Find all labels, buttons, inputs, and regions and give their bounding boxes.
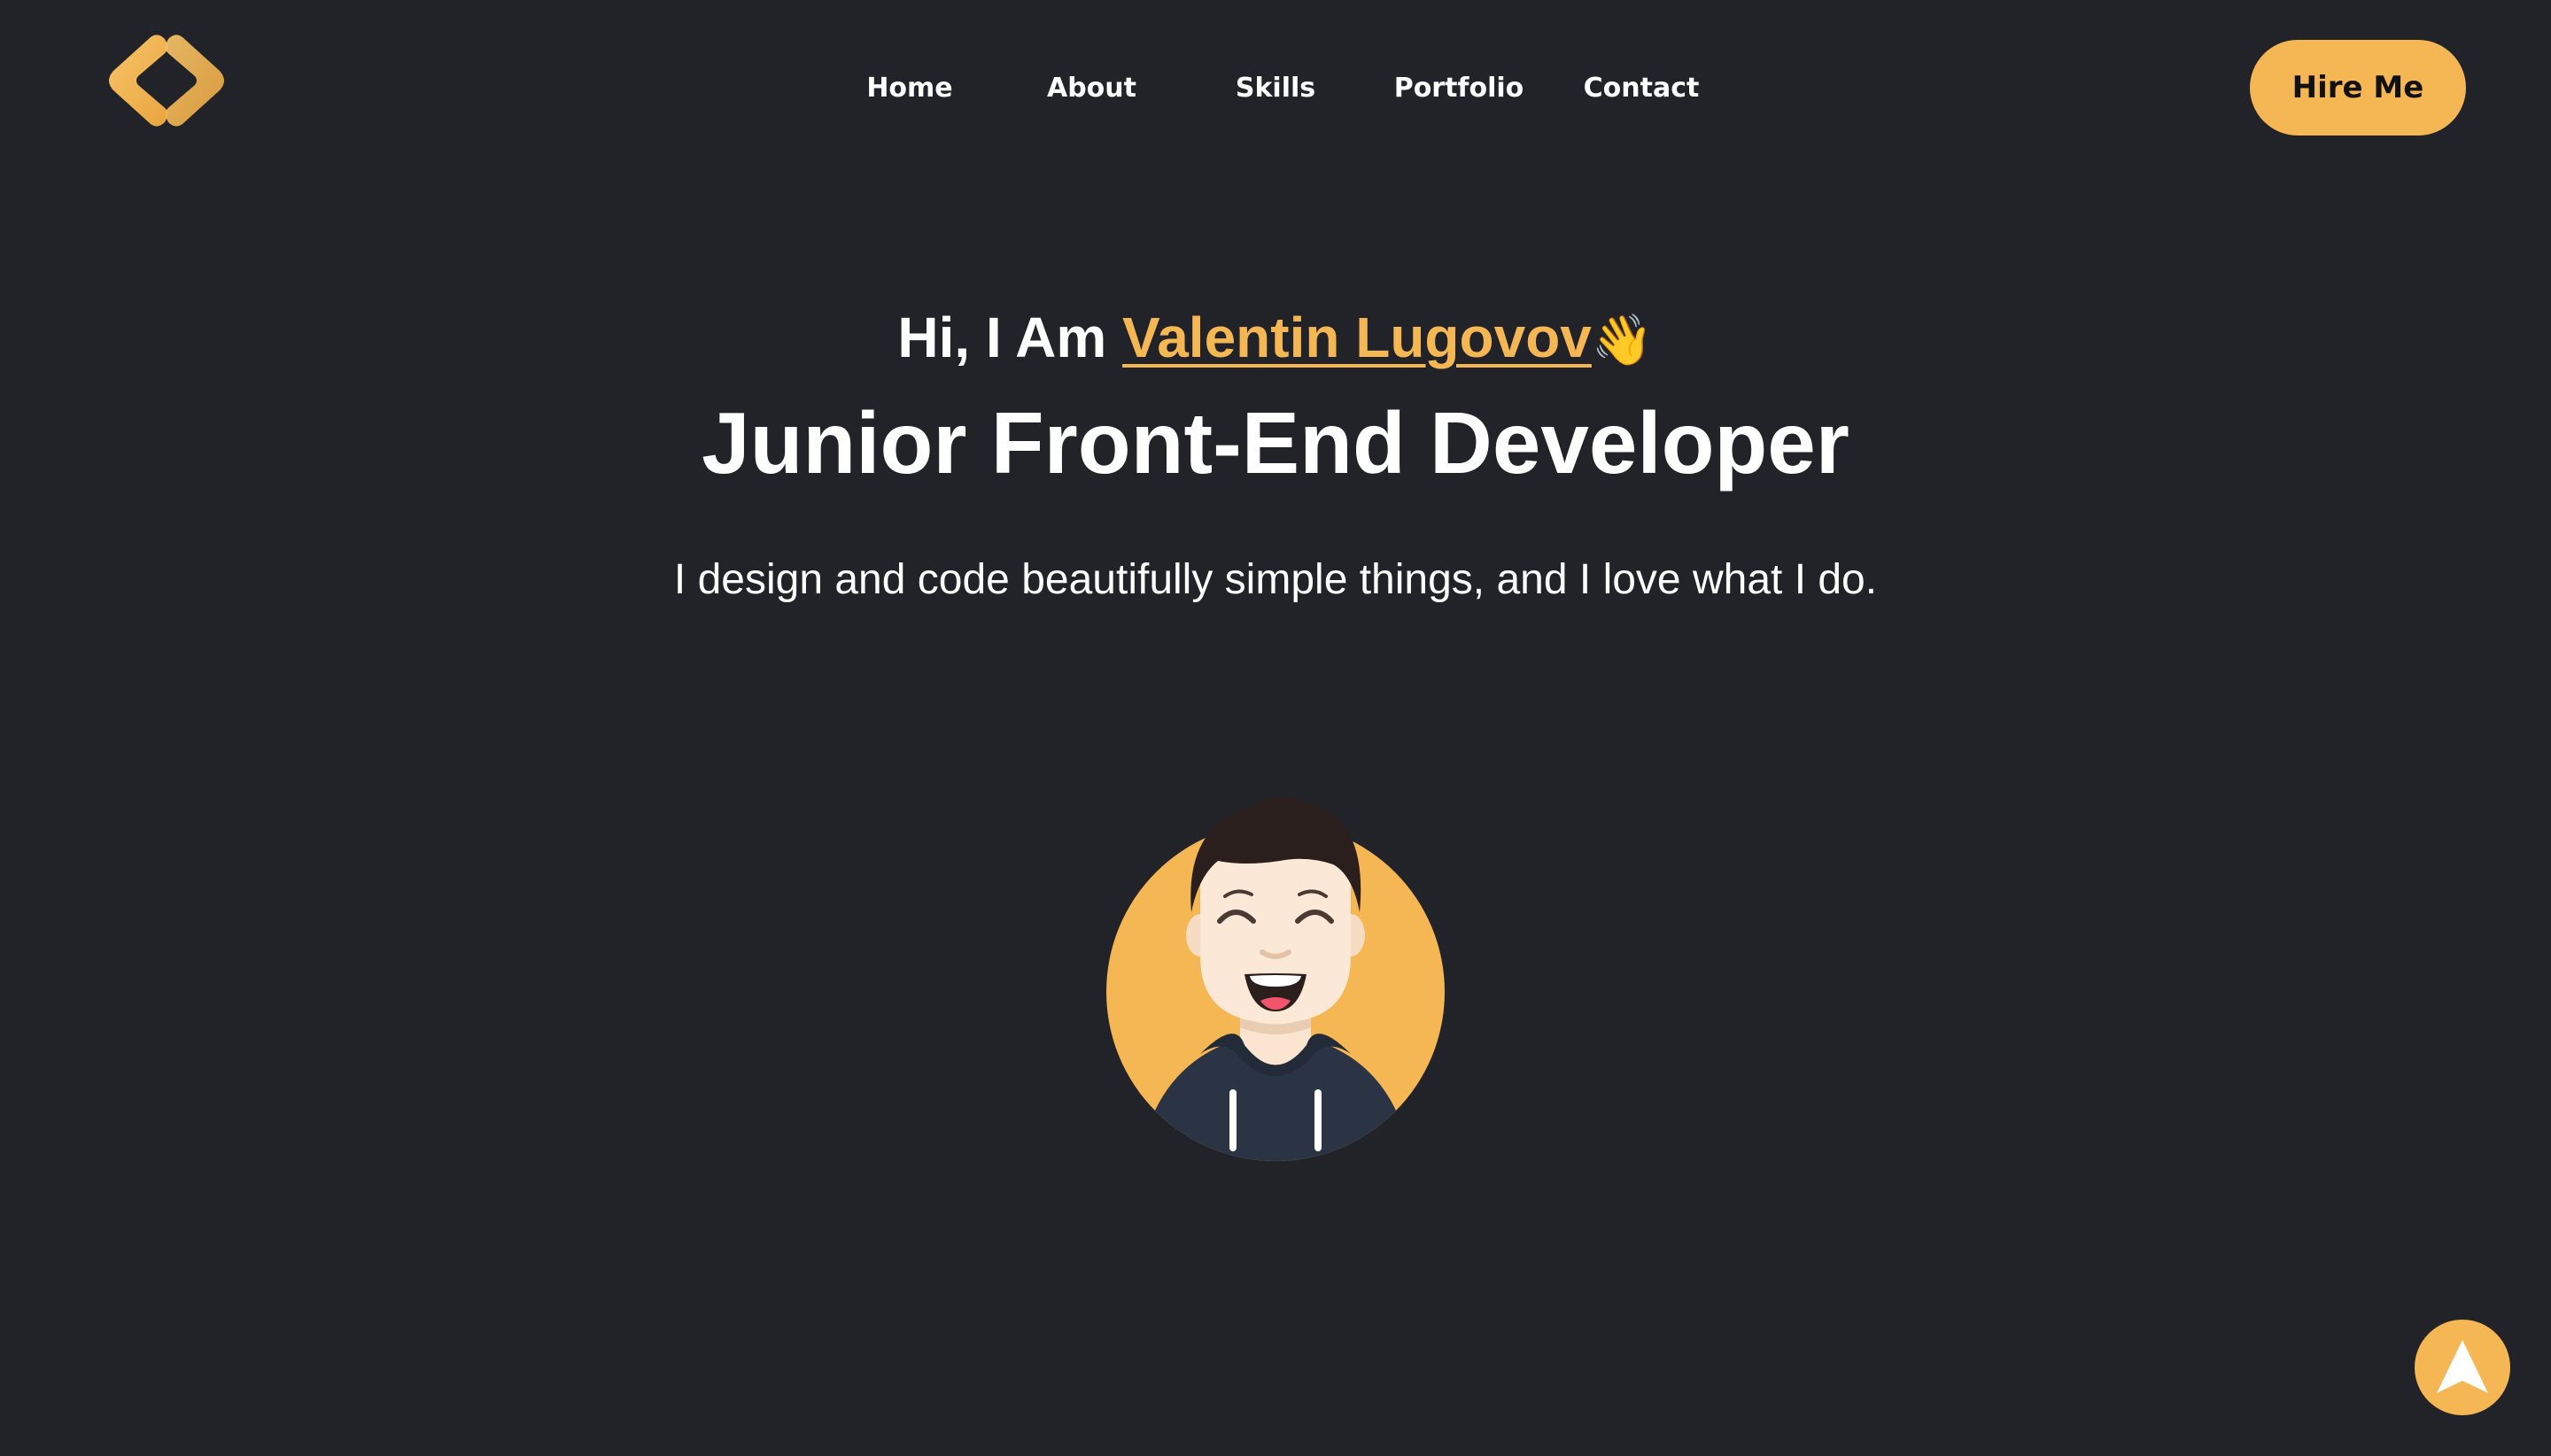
hero-name-link[interactable]: Valentin Lugovov — [1122, 306, 1592, 369]
hero-greeting: Hi, I Am Valentin Lugovov👋 — [0, 298, 2551, 381]
nav-item-about[interactable]: About — [1032, 62, 1151, 115]
greeting-prefix: Hi, I Am — [897, 306, 1123, 369]
nav-item-contact[interactable]: Contact — [1578, 62, 1704, 115]
nav-item-home[interactable]: Home — [850, 62, 969, 115]
waving-hand-icon: 👋 — [1591, 312, 1654, 369]
hero-tagline: I design and code beautifully simple thi… — [673, 556, 1878, 603]
main-nav: Home About Skills Portfolio Contact — [0, 62, 2551, 115]
scroll-to-top-button[interactable] — [2415, 1320, 2510, 1415]
hire-me-button[interactable]: Hire Me — [2250, 40, 2466, 136]
hero-headline: Junior Front-End Developer — [702, 394, 1849, 492]
nav-item-skills[interactable]: Skills — [1227, 62, 1324, 115]
avatar — [1103, 779, 1448, 1169]
nav-item-portfolio[interactable]: Portfolio — [1392, 62, 1525, 115]
avatar-illustration — [1106, 796, 1445, 1161]
portfolio-page: Home About Skills Portfolio Contact Hire… — [0, 0, 2551, 1456]
arrow-up-icon — [2437, 1340, 2488, 1393]
